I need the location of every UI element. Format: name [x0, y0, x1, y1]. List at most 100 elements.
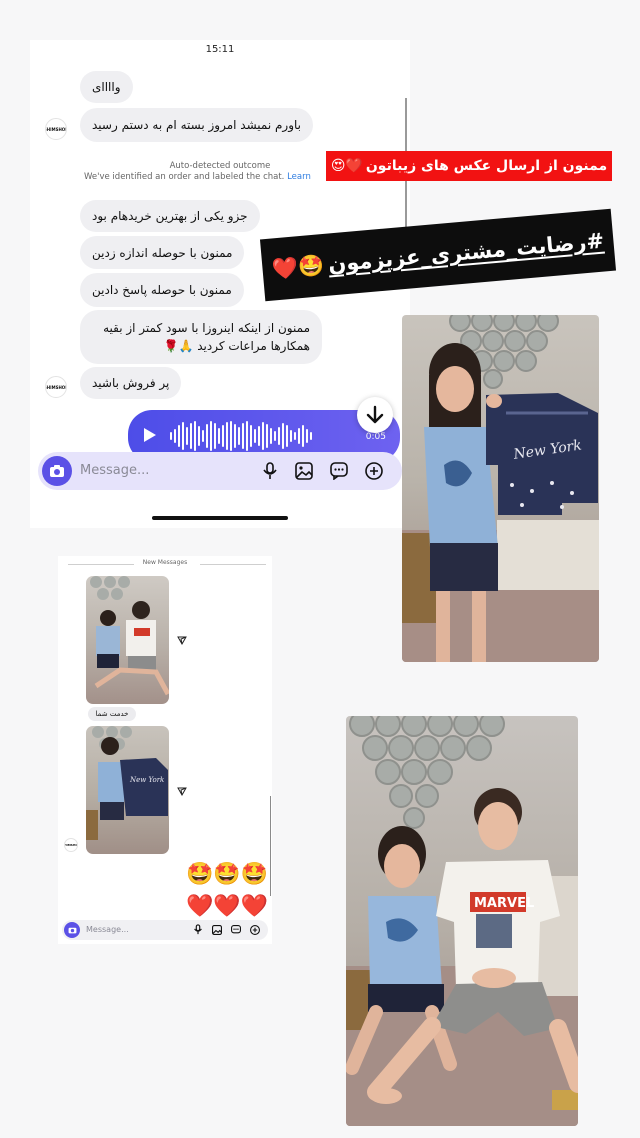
message-input[interactable]: Message... [86, 925, 129, 934]
message-bubble: باورم نمیشد امروز بسته ام به دستم رسید [80, 108, 314, 142]
avatar[interactable]: SHIMSHOP [64, 838, 78, 852]
microphone-icon [193, 924, 202, 935]
thumbnail-illustration [90, 576, 169, 696]
send-icon [177, 636, 187, 645]
waveform-bar [270, 428, 272, 444]
photo-thumbnail[interactable]: New York [86, 726, 169, 854]
learn-more-link[interactable]: Learn [287, 172, 311, 182]
waveform-bar [170, 432, 172, 440]
waveform-bar [202, 430, 204, 442]
photo-girl-illustration: New York [402, 315, 599, 662]
sticker-button[interactable] [329, 461, 349, 481]
photo-thumbnail[interactable] [86, 576, 169, 704]
scroll-down-button[interactable] [357, 397, 393, 433]
waveform-bar [234, 424, 236, 448]
thumbnail-illustration: New York [86, 726, 168, 840]
svg-text:New York: New York [129, 776, 164, 784]
message-composer[interactable]: Message... [38, 452, 402, 490]
avatar[interactable]: SHIMSHOP [45, 376, 67, 398]
waveform-bar [246, 421, 248, 451]
chat-screenshot-small: New Messages خدمت شما New York SHIMSHOP … [58, 556, 272, 944]
chat-bubble-icon [330, 462, 348, 480]
waveform-bar [182, 422, 184, 450]
send-icon [177, 787, 187, 796]
message-bubble: واااای [80, 71, 133, 103]
message-bubble: جزو یکی از بهترین خریدهام بود [80, 200, 260, 232]
waveform-bar [226, 422, 228, 450]
message-bubble: ممنون با حوصله پاسخ دادین [80, 273, 244, 307]
voice-duration: 0:05 [365, 432, 386, 442]
status-time: 15:11 [205, 44, 235, 55]
banner-emoji: ❤️😍 [330, 158, 363, 174]
emoji-message: ❤️❤️❤️ [186, 894, 269, 919]
home-indicator [152, 516, 288, 520]
arrow-down-icon [366, 405, 384, 424]
add-button[interactable] [249, 924, 260, 935]
waveform-bar [290, 430, 292, 442]
gallery-button[interactable] [211, 924, 222, 935]
sticker-button[interactable] [230, 924, 241, 935]
svg-text:MARVEL: MARVEL [474, 896, 534, 911]
plus-icon [249, 924, 260, 935]
add-button[interactable] [364, 461, 384, 481]
waveform-bar [262, 422, 264, 450]
waveform-bar [306, 429, 308, 443]
message-composer[interactable]: Message... [62, 920, 268, 940]
waveform-bar [198, 426, 200, 446]
camera-button[interactable] [42, 456, 72, 486]
waveform-bar [194, 421, 196, 451]
play-icon[interactable] [144, 428, 156, 442]
share-button[interactable] [176, 785, 188, 797]
banner-text: ممنون از ارسال عکس های زیباتون [365, 158, 608, 174]
waveform-bar [210, 421, 212, 451]
image-icon [295, 462, 313, 480]
camera-icon [50, 465, 64, 477]
divider [200, 564, 266, 565]
hashtag-emoji: 🤩❤️ [271, 252, 326, 281]
thanks-banner: ممنون از ارسال عکس های زیباتون ❤️😍 [326, 151, 612, 181]
waveform-bar [238, 427, 240, 445]
customer-photo-girl: New York [402, 315, 599, 662]
waveform-bar [254, 429, 256, 443]
waveform-bar [282, 423, 284, 449]
microphone-button[interactable] [260, 461, 280, 481]
emoji-message: 🤩🤩🤩 [186, 862, 269, 887]
waveform-bar [206, 424, 208, 448]
microphone-button[interactable] [192, 924, 203, 935]
waveform-bar [190, 423, 192, 449]
share-button[interactable] [176, 634, 188, 646]
auto-detected-text: We've identified an order and labeled th… [84, 172, 285, 182]
photo-kids-illustration: MARVEL [346, 716, 578, 1126]
waveform-bar [178, 425, 180, 447]
waveform-bar [274, 431, 276, 441]
scrollbar[interactable] [270, 796, 271, 896]
customer-photo-kids: MARVEL [346, 716, 578, 1126]
waveform-bar [214, 423, 216, 449]
waveform-bar [266, 424, 268, 448]
message-bubble: پر فروش باشید [80, 367, 182, 399]
reply-bubble: خدمت شما [88, 707, 136, 721]
waveform-bar [258, 426, 260, 446]
waveform-bar [310, 432, 312, 440]
waveform-bar [186, 427, 188, 445]
auto-detected-description: We've identified an order and labeled th… [84, 172, 311, 182]
message-input[interactable]: Message... [80, 463, 149, 478]
message-bubble: ممنون از اینکه اینروزا با سود کمتر از بق… [80, 310, 322, 364]
camera-button[interactable] [64, 922, 80, 938]
waveform [170, 420, 312, 452]
camera-icon [68, 927, 76, 934]
waveform-bar [302, 425, 304, 447]
waveform-bar [286, 425, 288, 447]
avatar[interactable]: SHIMSHOP [45, 118, 67, 140]
waveform-bar [222, 425, 224, 447]
waveform-bar [250, 425, 252, 447]
waveform-bar [242, 423, 244, 449]
image-icon [211, 924, 222, 935]
gallery-button[interactable] [294, 461, 314, 481]
waveform-bar [218, 428, 220, 444]
waveform-bar [294, 432, 296, 440]
plus-icon [365, 462, 383, 480]
waveform-bar [230, 421, 232, 451]
waveform-bar [174, 429, 176, 443]
chat-bubble-icon [230, 924, 241, 933]
